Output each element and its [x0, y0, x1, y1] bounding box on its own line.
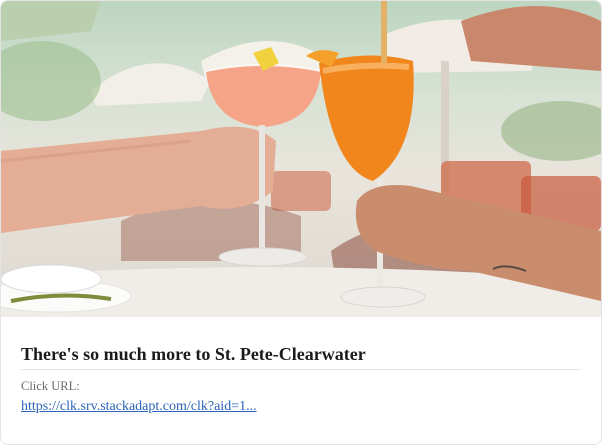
ad-title[interactable]: There's so much more to St. Pete-Clearwa…: [21, 343, 581, 365]
click-url-label: Click URL:: [21, 379, 80, 393]
divider: [21, 369, 581, 370]
click-url-link[interactable]: https://clk.srv.stackadapt.com/clk?aid=1…: [21, 398, 257, 416]
ad-image[interactable]: [1, 1, 601, 317]
cocktail-photo: [1, 1, 601, 317]
ad-caption: There's so much more to St. Pete-Clearwa…: [21, 317, 581, 416]
ad-card: There's so much more to St. Pete-Clearwa…: [0, 0, 602, 445]
